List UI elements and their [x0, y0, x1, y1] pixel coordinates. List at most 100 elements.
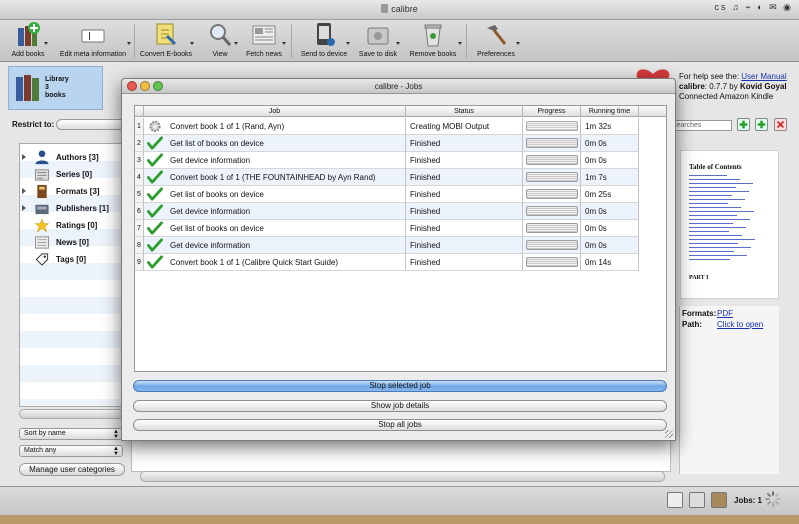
- check-icon: [147, 187, 163, 201]
- job-name-cell: Get list of books on device: [144, 135, 406, 152]
- remove-dropdown-arrow[interactable]: [458, 42, 462, 45]
- desktop-background: [0, 515, 799, 524]
- window-title: calibre: [0, 4, 799, 14]
- restrict-label: Restrict to:: [12, 120, 55, 129]
- job-row[interactable]: 5 Get list of books on device Finished 0m 2…: [135, 186, 639, 203]
- preferences-button[interactable]: Preferences: [472, 20, 520, 62]
- restrict-combo[interactable]: [56, 119, 126, 130]
- job-progress-bar: [526, 206, 578, 216]
- job-running-time: 0m 0s: [581, 152, 639, 169]
- cover-preview[interactable]: Table of Contents PART I: [680, 150, 779, 299]
- user-manual-link[interactable]: User Manual: [741, 72, 786, 81]
- stop-all-jobs-button[interactable]: Stop all jobs: [133, 419, 667, 431]
- jobs-count[interactable]: Jobs: 1: [734, 496, 762, 505]
- show-job-details-button[interactable]: Show job details: [133, 400, 667, 412]
- tag-browser-item[interactable]: Ratings [0]: [20, 217, 124, 234]
- job-running-time: 0m 0s: [581, 203, 639, 220]
- tag-browser-item[interactable]: Tags [0]: [20, 251, 124, 268]
- add-search-button[interactable]: [755, 118, 768, 131]
- job-row[interactable]: 8 Get device information Finished 0m 0s: [135, 237, 639, 254]
- job-name: Get device information: [170, 156, 251, 165]
- job-row[interactable]: 9 Convert book 1 of 1 (Calibre Quick Star…: [135, 254, 639, 271]
- disclosure-triangle-icon[interactable]: [22, 205, 26, 211]
- add-books-dropdown-arrow[interactable]: [44, 42, 48, 45]
- tag-browser-item[interactable]: Series [0]: [20, 166, 124, 183]
- column-header-job[interactable]: Job: [144, 106, 406, 117]
- match-combo[interactable]: Match any ▲ ▼: [19, 445, 123, 457]
- job-row[interactable]: 1 Convert book 1 of 1 (Rand, Ayn) Creating…: [135, 118, 639, 135]
- disclosure-triangle-icon[interactable]: [22, 154, 26, 160]
- job-row[interactable]: 6 Get device information Finished 0m 0s: [135, 203, 639, 220]
- save-search-button[interactable]: [737, 118, 750, 131]
- job-row-number: 5: [135, 186, 144, 203]
- book-details-panel: Formats:PDF Path: Click to open: [679, 306, 779, 474]
- toc-entry-line: [689, 207, 741, 208]
- edit-meta-button[interactable]: Edit meta information: [56, 20, 130, 62]
- remove-books-button[interactable]: Remove books: [405, 20, 461, 62]
- job-progress-bar: [526, 223, 578, 233]
- stop-selected-job-button[interactable]: Stop selected job: [133, 380, 667, 392]
- fetch-news-dropdown-arrow[interactable]: [282, 42, 286, 45]
- convert-ebooks-button[interactable]: Convert E-books: [138, 20, 194, 62]
- sort-combo[interactable]: Sort by name ▲ ▼: [19, 428, 123, 440]
- job-row[interactable]: 2 Get list of books on device Finished 0m 0…: [135, 135, 639, 152]
- send-dropdown-arrow[interactable]: [346, 42, 350, 45]
- series-icon: [34, 169, 50, 181]
- view-button[interactable]: View: [200, 20, 240, 62]
- toc-entry-line: [689, 203, 728, 204]
- tag-browser[interactable]: Authors [3] Series [0] Formats [3] Publishe…: [19, 143, 123, 407]
- edit-meta-dropdown-arrow[interactable]: [127, 42, 131, 45]
- book-list-scrollbar[interactable]: [140, 471, 665, 482]
- disclosure-triangle-icon[interactable]: [22, 188, 26, 194]
- format-link[interactable]: PDF: [717, 309, 733, 318]
- book-details-toggle-icon[interactable]: [711, 492, 727, 508]
- fetch-news-button[interactable]: Fetch news: [242, 20, 286, 62]
- send-to-device-button[interactable]: Send to device: [296, 20, 352, 62]
- job-row[interactable]: 7 Get list of books on device Finished 0m 0…: [135, 220, 639, 237]
- toc-entry-line: [689, 191, 749, 192]
- tag-browser-item[interactable]: Formats [3]: [20, 183, 124, 200]
- tag-browser-item[interactable]: Authors [3]: [20, 149, 124, 166]
- job-name-cell: Get list of books on device: [144, 186, 406, 203]
- job-status: Finished: [406, 254, 523, 271]
- tag-browser-item-label: Tags [0]: [56, 255, 87, 264]
- cover-browser-toggle-icon[interactable]: [689, 492, 705, 508]
- job-progress-cell: [523, 135, 581, 152]
- job-running-time: 1m 7s: [581, 169, 639, 186]
- job-row[interactable]: 4 Convert book 1 of 1 (THE FOUNTAINHEAD b…: [135, 169, 639, 186]
- saved-searches-combo[interactable]: searches: [668, 120, 732, 131]
- resize-grip[interactable]: [665, 430, 673, 438]
- job-row[interactable]: 3 Get device information Finished 0m 0s: [135, 152, 639, 169]
- column-header-status[interactable]: Status: [406, 106, 523, 117]
- tag-browser-item[interactable]: Publishers [1]: [20, 200, 124, 217]
- check-icon: [147, 170, 163, 184]
- view-dropdown-arrow[interactable]: [234, 42, 238, 45]
- trash-icon: [424, 24, 442, 47]
- job-name: Get device information: [170, 241, 251, 250]
- delete-search-button[interactable]: [774, 118, 787, 131]
- column-header-progress[interactable]: Progress: [523, 106, 581, 117]
- job-progress-cell: [523, 118, 581, 135]
- job-name: Get list of books on device: [170, 190, 264, 199]
- add-books-button[interactable]: Add books: [6, 20, 50, 62]
- library-button[interactable]: Library 3 books: [8, 66, 103, 110]
- tag-browser-scrollbar[interactable]: [19, 409, 123, 419]
- convert-dropdown-arrow[interactable]: [190, 42, 194, 45]
- tag-browser-toggle-icon[interactable]: [667, 492, 683, 508]
- column-header-running-time[interactable]: Running time: [581, 106, 639, 117]
- user-icon: [35, 150, 49, 165]
- jobs-dialog-titlebar[interactable]: calibre - Jobs: [122, 79, 675, 94]
- tag-browser-item[interactable]: News [0]: [20, 234, 124, 251]
- job-name: Get device information: [170, 207, 251, 216]
- device-status: Connected Amazon Kindle: [679, 92, 774, 101]
- job-progress-cell: [523, 186, 581, 203]
- jobs-table[interactable]: Job Status Progress Running time 1 Conver…: [134, 105, 667, 372]
- toc-entry-line: [689, 187, 736, 188]
- manage-user-categories-button[interactable]: Manage user categories: [19, 463, 125, 476]
- save-dropdown-arrow[interactable]: [396, 42, 400, 45]
- updown-arrow-icon: ▲ ▼: [113, 446, 119, 457]
- path-link[interactable]: Click to open: [717, 320, 763, 329]
- preferences-dropdown-arrow[interactable]: [516, 42, 520, 45]
- save-to-disk-button[interactable]: Save to disk: [355, 20, 401, 62]
- check-icon: [147, 136, 163, 150]
